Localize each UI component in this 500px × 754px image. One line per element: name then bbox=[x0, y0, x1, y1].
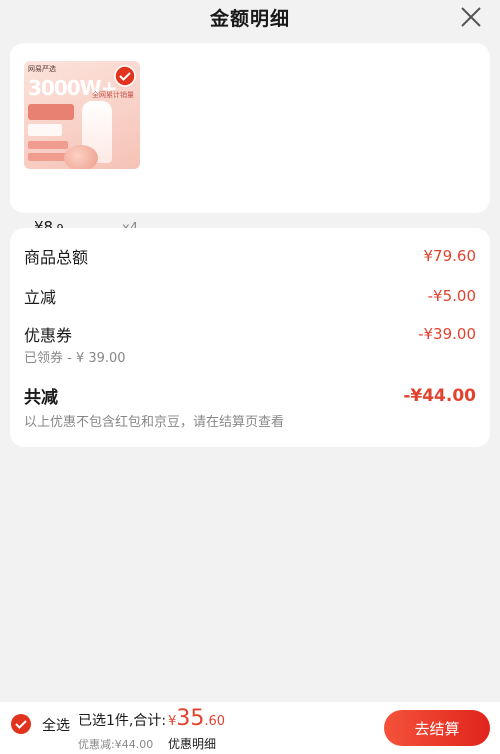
image-price-tag bbox=[28, 124, 62, 136]
amount-decimal: .60 bbox=[204, 714, 226, 729]
currency-symbol: ¥ bbox=[168, 714, 177, 729]
amount-detail-card: 商品总额 ¥79.60 立减 -¥5.00 优惠券 -¥39.00 已领券 - … bbox=[10, 228, 490, 447]
image-tag bbox=[28, 104, 74, 120]
checkout-button[interactable]: 去结算 bbox=[384, 710, 490, 746]
selected-count: 已选1件,合计: bbox=[78, 713, 167, 729]
total-value: ¥79.60 bbox=[423, 247, 477, 265]
select-all-label[interactable]: 全选 bbox=[42, 715, 70, 735]
sum-discount-row: 共减 -¥44.00 bbox=[24, 383, 476, 409]
image-tag bbox=[28, 141, 68, 149]
coupon-subtext: 已领券 - ¥ 39.00 bbox=[24, 351, 126, 366]
sum-discount-label: 共减 bbox=[24, 388, 58, 408]
order-summary: 已选1件,合计: ¥ 35 .60 bbox=[78, 706, 225, 731]
sum-discount-value: -¥44.00 bbox=[403, 385, 476, 406]
select-all-checkbox[interactable] bbox=[10, 713, 32, 735]
page-title: 金额明细 bbox=[209, 7, 290, 30]
instant-discount-value: -¥5.00 bbox=[427, 287, 476, 305]
discount-summary: 优惠减:¥44.00 bbox=[78, 738, 154, 751]
brand-text: 网易严选 bbox=[28, 65, 56, 73]
close-icon[interactable] bbox=[458, 4, 484, 30]
image-side-text: 全网累计销量 bbox=[92, 91, 134, 99]
image-tag bbox=[28, 153, 68, 161]
coupon-label: 优惠券 bbox=[24, 326, 73, 345]
discount-detail-link[interactable]: 优惠明细 bbox=[168, 735, 216, 752]
check-circle-icon[interactable] bbox=[114, 65, 136, 87]
instant-discount-row: 立减 -¥5.00 bbox=[24, 284, 476, 308]
product-card: 网易严选 3000W+ 全网累计销量 ¥8.9 x4 bbox=[10, 43, 490, 236]
page-header: 金额明细 bbox=[0, 0, 500, 34]
total-row: 商品总额 ¥79.60 bbox=[24, 244, 476, 268]
instant-discount-label: 立减 bbox=[24, 288, 57, 307]
total-label: 商品总额 bbox=[24, 248, 89, 267]
peach-graphic bbox=[64, 145, 98, 169]
bottom-bar: 全选 已选1件,合计: ¥ 35 .60 优惠减:¥44.00 优惠明细 去结算 bbox=[0, 702, 500, 754]
coupon-value: -¥39.00 bbox=[418, 325, 476, 343]
amount-integer: 35 bbox=[176, 706, 205, 731]
discount-note: 以上优惠不包含红包和京豆，请在结算页查看 bbox=[24, 415, 285, 430]
coupon-row: 优惠券 -¥39.00 bbox=[24, 322, 476, 346]
